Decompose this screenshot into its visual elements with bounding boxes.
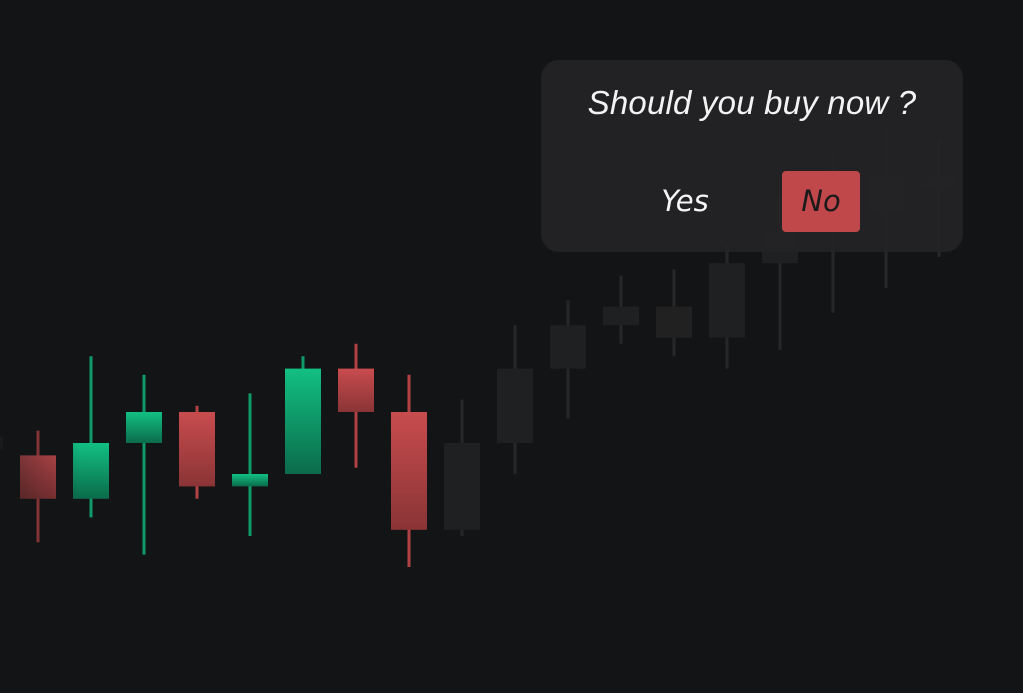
yes-button[interactable]: Yes bbox=[645, 171, 725, 232]
dialog-question: Should you buy now ? bbox=[587, 84, 917, 121]
no-button[interactable]: No bbox=[782, 171, 860, 232]
buy-prompt-dialog: Should you buy now ? Yes No bbox=[541, 60, 963, 252]
trading-scene: Should you buy now ? Yes No bbox=[0, 0, 1023, 693]
